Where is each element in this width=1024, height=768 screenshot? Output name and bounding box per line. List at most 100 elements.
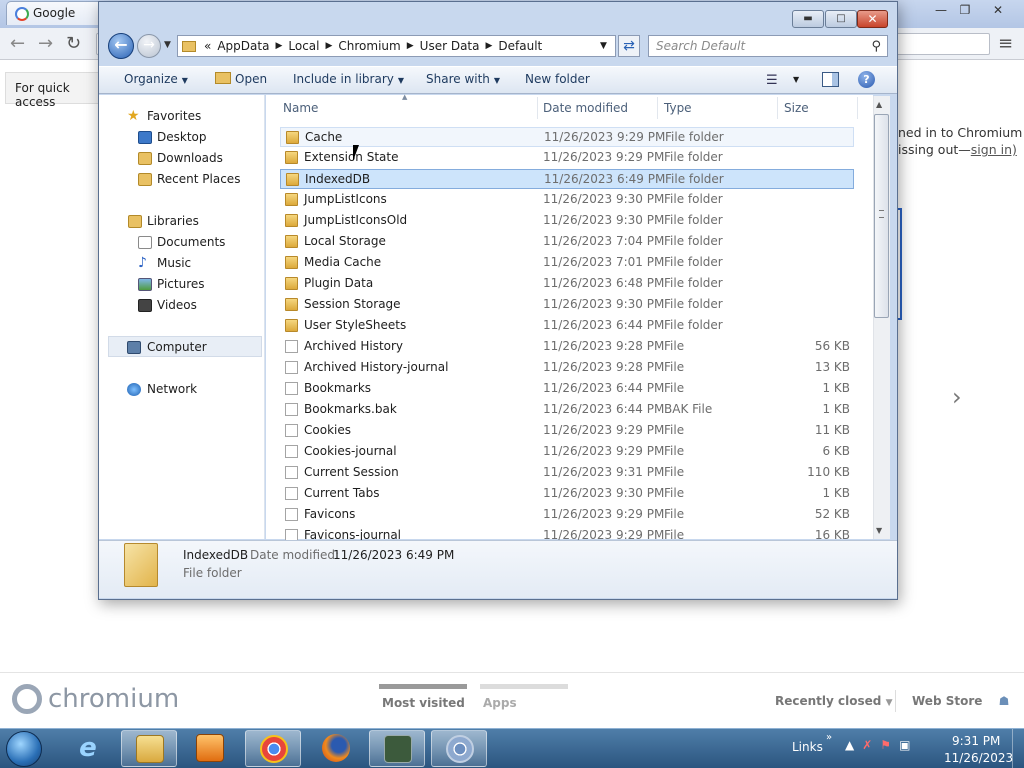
browser-reload-icon[interactable]: ↻	[66, 33, 81, 54]
breadcrumb-local[interactable]: Local	[288, 39, 319, 53]
signin-link[interactable]: sign in)	[971, 142, 1017, 157]
dialog-maximize-button[interactable]: □	[825, 10, 857, 28]
new-folder-button[interactable]: New folder	[525, 72, 590, 86]
nav-recent-places[interactable]: Recent Places	[157, 172, 240, 186]
browser-restore-button[interactable]: ❐	[952, 1, 978, 19]
file-row[interactable]: Bookmarks.bak 11/26/2023 6:44 PM BAK File 1…	[280, 400, 854, 420]
column-divider[interactable]	[857, 97, 858, 119]
browser-close-button[interactable]: ✕	[985, 1, 1011, 19]
file-row[interactable]: Cookies 11/26/2023 9:29 PM File 11 KB	[280, 421, 854, 441]
links-overflow-chevron-icon[interactable]: »	[826, 732, 832, 743]
file-row[interactable]: Favicons 11/26/2023 9:29 PM File 52 KB	[280, 505, 854, 525]
views-icon[interactable]: ☰	[766, 73, 778, 88]
notification-area[interactable]: ▲✗⚑▣	[845, 738, 918, 752]
file-row[interactable]: JumpListIcons 11/26/2023 9:30 PM File fold…	[280, 190, 854, 210]
column-type[interactable]: Type	[664, 101, 692, 115]
breadcrumb-arrow-icon[interactable]: ▶	[275, 41, 282, 51]
open-button[interactable]: Open	[215, 72, 267, 86]
search-input[interactable]: Search Default ⚲	[648, 35, 888, 57]
dialog-close-button[interactable]: ✕	[857, 10, 888, 28]
file-row[interactable]: Current Session 11/26/2023 9:31 PM File 110…	[280, 463, 854, 483]
file-row[interactable]: Archived History 11/26/2023 9:28 PM File 56…	[280, 337, 854, 357]
nav-desktop[interactable]: Desktop	[157, 130, 207, 144]
file-row[interactable]: User StyleSheets 11/26/2023 6:44 PM File f…	[280, 316, 854, 336]
clock-time[interactable]: 9:31 PM	[952, 734, 1000, 748]
clock-date[interactable]: 11/26/2023	[944, 751, 1013, 765]
scroll-up-icon[interactable]: ▲	[876, 100, 882, 109]
browser-back-icon[interactable]: ←	[10, 33, 25, 54]
breadcrumb-arrow-icon[interactable]: ▶	[325, 41, 332, 51]
next-page-arrow-icon[interactable]: ›	[952, 383, 962, 411]
show-desktop-button[interactable]	[1012, 729, 1024, 768]
apps-tab[interactable]: Apps	[483, 696, 517, 710]
breadcrumb-default[interactable]: Default	[498, 39, 542, 53]
column-size[interactable]: Size	[784, 101, 809, 115]
nav-libraries[interactable]: Libraries	[147, 214, 199, 228]
taskbar-app[interactable]	[369, 730, 425, 767]
recent-locations-chevron-down-icon[interactable]: ▼	[164, 40, 171, 50]
taskbar-firefox[interactable]	[308, 730, 364, 767]
breadcrumb-appdata[interactable]: AppData	[217, 39, 269, 53]
address-history-chevron-down-icon[interactable]: ▼	[600, 41, 607, 51]
network-status-icon[interactable]: ▣	[899, 738, 918, 752]
taskbar-chromium[interactable]	[431, 730, 487, 767]
file-row[interactable]: Extension State 11/26/2023 9:29 PM File fo…	[280, 148, 854, 168]
taskbar-explorer[interactable]	[121, 730, 177, 767]
dialog-minimize-button[interactable]: ▬	[792, 10, 824, 28]
refresh-button[interactable]: ⇄	[618, 35, 640, 57]
nav-documents[interactable]: Documents	[157, 235, 225, 249]
taskbar-chrome[interactable]	[245, 730, 301, 767]
web-store-link[interactable]: Web Store ☗	[912, 694, 1009, 708]
file-row[interactable]: Media Cache 11/26/2023 7:01 PM File folder	[280, 253, 854, 273]
nav-favorites[interactable]: Favorites	[147, 109, 201, 123]
address-bar[interactable]: « AppData ▶ Local ▶ Chromium ▶ User Data…	[177, 35, 616, 57]
back-button[interactable]: ←	[108, 33, 134, 59]
browser-forward-icon[interactable]: →	[38, 33, 53, 54]
share-with-button[interactable]: Share with ▼	[426, 72, 500, 86]
file-row[interactable]: Plugin Data 11/26/2023 6:48 PM File folder	[280, 274, 854, 294]
breadcrumb-overflow[interactable]: «	[204, 39, 211, 53]
show-hidden-icons-icon[interactable]: ▲	[845, 738, 862, 752]
column-divider[interactable]	[657, 97, 658, 119]
views-chevron-down-icon[interactable]: ▼	[793, 75, 799, 84]
search-icon[interactable]: ⚲	[871, 39, 881, 54]
breadcrumb-user-data[interactable]: User Data	[420, 39, 480, 53]
forward-button[interactable]: →	[137, 34, 161, 58]
most-visited-tab[interactable]: Most visited	[382, 696, 465, 710]
breadcrumb-arrow-icon[interactable]: ▶	[485, 41, 492, 51]
taskbar-media-player[interactable]	[182, 730, 238, 767]
file-row[interactable]: IndexedDB 11/26/2023 6:49 PM File folder	[280, 169, 854, 189]
column-divider[interactable]	[537, 97, 538, 119]
browser-menu-icon[interactable]: ≡	[998, 33, 1013, 54]
column-divider[interactable]	[777, 97, 778, 119]
links-toolbar[interactable]: Links	[792, 740, 823, 754]
column-date-modified[interactable]: Date modified	[543, 101, 628, 115]
organize-button[interactable]: Organize ▼	[124, 72, 188, 86]
recently-closed-menu[interactable]: Recently closed ▼	[775, 694, 892, 708]
nav-music[interactable]: Music	[157, 256, 191, 270]
browser-minimize-button[interactable]: —	[928, 1, 954, 19]
file-row[interactable]: Cache 11/26/2023 9:29 PM File folder	[280, 127, 854, 147]
file-row[interactable]: Current Tabs 11/26/2023 9:30 PM File 1 KB	[280, 484, 854, 504]
file-row[interactable]: Session Storage 11/26/2023 9:30 PM File fo…	[280, 295, 854, 315]
file-row[interactable]: Cookies-journal 11/26/2023 9:29 PM File 6 K…	[280, 442, 854, 462]
breadcrumb-arrow-icon[interactable]: ▶	[407, 41, 414, 51]
taskbar-ie[interactable]: e	[60, 730, 116, 767]
nav-network[interactable]: Network	[147, 382, 197, 396]
nav-downloads[interactable]: Downloads	[157, 151, 223, 165]
action-center-icon[interactable]: ⚑	[880, 738, 899, 752]
scroll-down-icon[interactable]: ▼	[876, 526, 882, 535]
help-button[interactable]: ?	[858, 71, 875, 88]
file-row[interactable]: Local Storage 11/26/2023 7:04 PM File fold…	[280, 232, 854, 252]
breadcrumb-chromium[interactable]: Chromium	[338, 39, 400, 53]
file-row[interactable]: Archived History-journal 11/26/2023 9:28 …	[280, 358, 854, 378]
include-in-library-button[interactable]: Include in library ▼	[293, 72, 404, 86]
file-row[interactable]: JumpListIconsOld 11/26/2023 9:30 PM File f…	[280, 211, 854, 231]
start-button[interactable]	[6, 731, 42, 767]
nav-pictures[interactable]: Pictures	[157, 277, 205, 291]
volume-muted-icon[interactable]: ✗	[862, 738, 880, 752]
nav-computer[interactable]: Computer	[147, 340, 207, 354]
preview-pane-button[interactable]	[822, 72, 839, 87]
column-name[interactable]: Name	[283, 101, 318, 115]
file-row[interactable]: Bookmarks 11/26/2023 6:44 PM File 1 KB	[280, 379, 854, 399]
